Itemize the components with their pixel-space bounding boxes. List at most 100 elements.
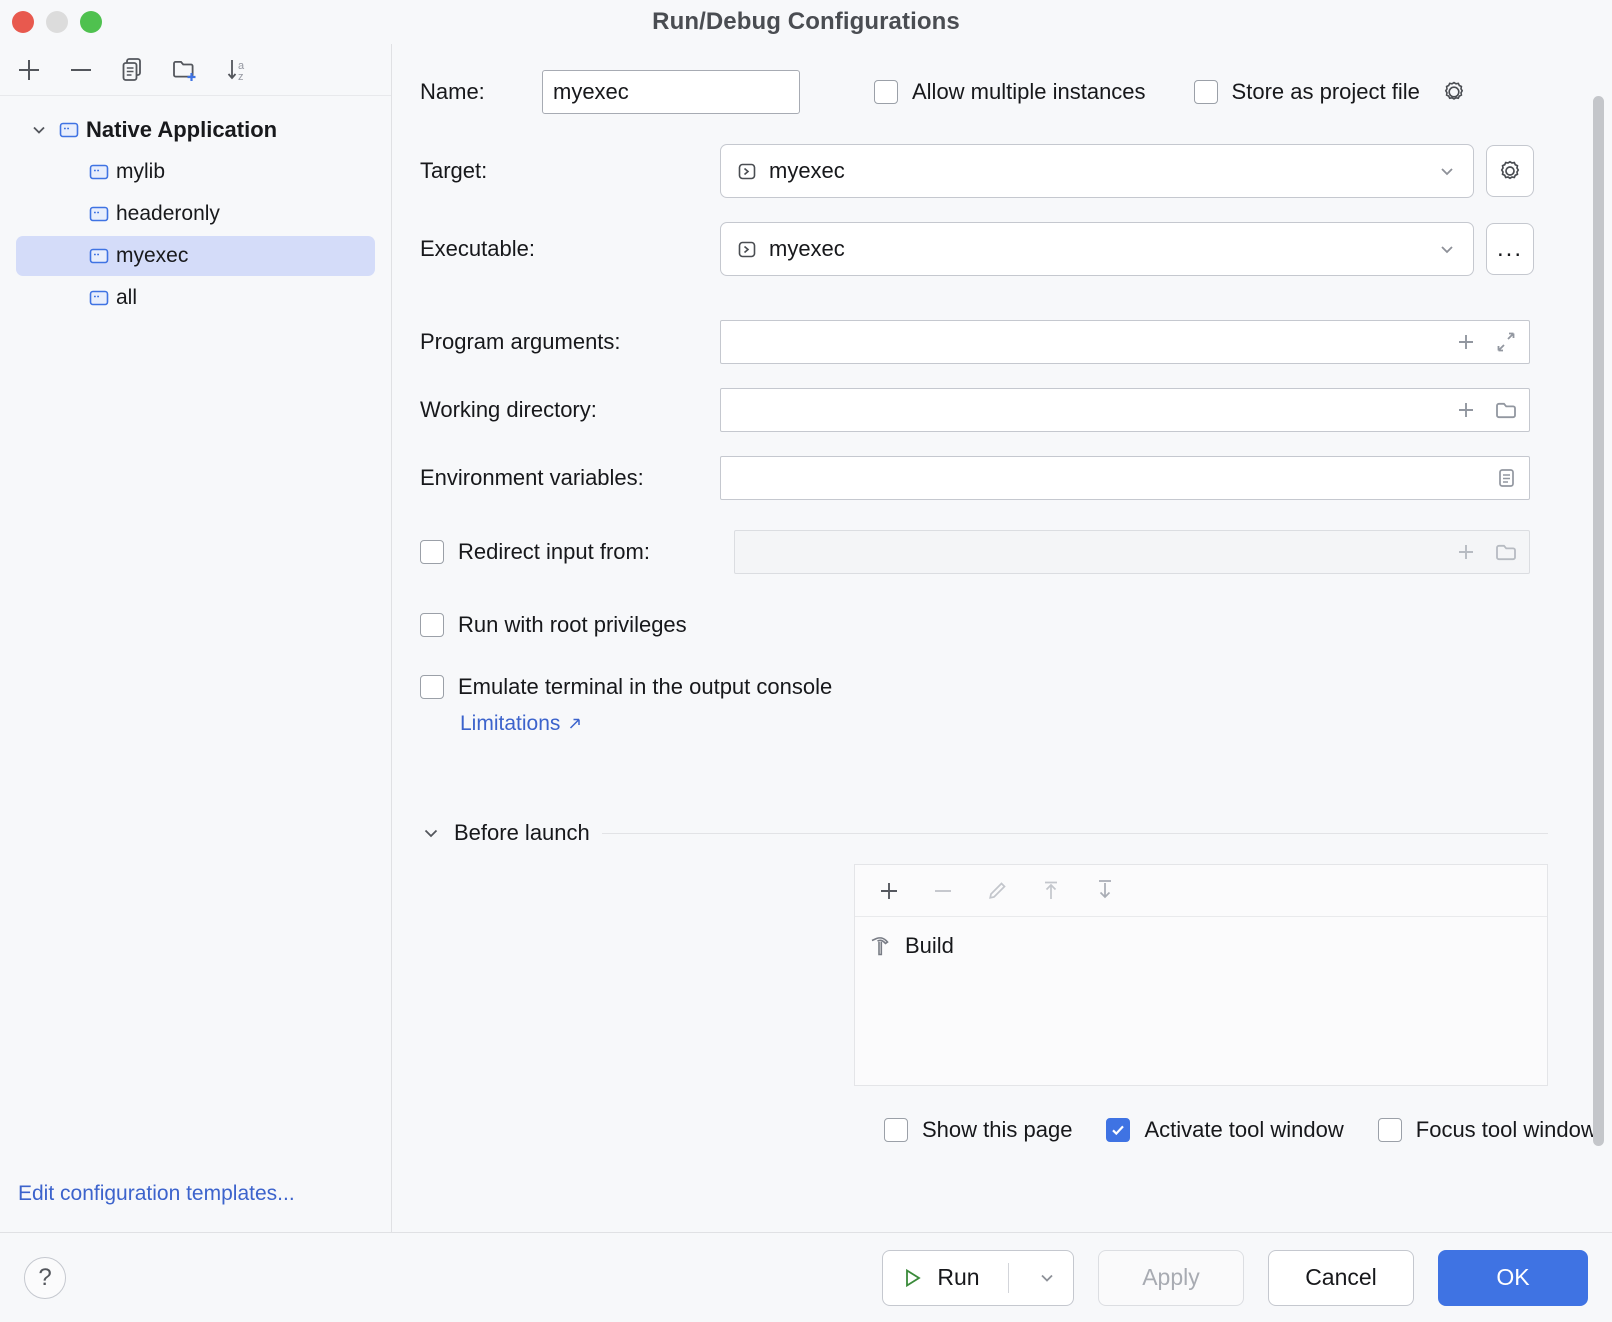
insert-macro-icon[interactable]	[1449, 535, 1483, 569]
executable-target-icon	[735, 237, 759, 261]
browse-folder-icon[interactable]	[1489, 393, 1523, 427]
run-with-root-privileges-checkbox[interactable]: Run with root privileges	[420, 612, 1612, 638]
limitations-link-row: Limitations	[460, 712, 1612, 736]
tree-item-mylib[interactable]: mylib	[16, 152, 375, 192]
run-button-dropdown[interactable]	[1021, 1267, 1073, 1289]
before-launch-tasks: Build	[855, 917, 1547, 1085]
executable-value: myexec	[769, 236, 845, 262]
checkbox-box[interactable]	[874, 80, 898, 104]
redirect-input-row: Redirect input from:	[392, 530, 1612, 574]
config-icon	[84, 160, 114, 184]
edit-task-button	[975, 871, 1019, 911]
maximize-window-button[interactable]	[80, 11, 102, 33]
close-window-button[interactable]	[12, 11, 34, 33]
traffic-lights	[12, 11, 102, 33]
dialog-body: a z Native Application	[0, 44, 1612, 1232]
activate-tool-window-checkbox[interactable]: Activate tool window	[1106, 1117, 1343, 1143]
edit-variables-list-icon[interactable]	[1489, 461, 1523, 495]
run-button-main[interactable]: Run	[883, 1264, 996, 1291]
checkbox-box[interactable]	[884, 1118, 908, 1142]
executable-combobox[interactable]: myexec	[720, 222, 1474, 276]
tool-window-options-row: Show this page Activate tool window Focu…	[392, 1102, 1612, 1158]
edit-configuration-templates-link[interactable]: Edit configuration templates...	[0, 1182, 391, 1232]
tree-item-native-application[interactable]: Native Application	[16, 110, 375, 150]
program-arguments-input[interactable]	[720, 320, 1530, 364]
run-with-root-privileges-label: Run with root privileges	[458, 612, 687, 638]
insert-macro-icon[interactable]	[1449, 325, 1483, 359]
before-launch-task-build[interactable]: Build	[867, 933, 1547, 959]
browse-folder-icon[interactable]	[1489, 535, 1523, 569]
copy-configuration-button[interactable]	[110, 50, 156, 90]
redirect-input-checkbox[interactable]: Redirect input from:	[420, 539, 720, 565]
config-icon	[84, 244, 114, 268]
tree-item-label: myexec	[116, 244, 188, 268]
play-icon	[899, 1265, 925, 1291]
ok-button[interactable]: OK	[1438, 1250, 1588, 1306]
cancel-button[interactable]: Cancel	[1268, 1250, 1414, 1306]
chevron-down-icon[interactable]	[24, 120, 54, 140]
checkbox-box[interactable]	[420, 540, 444, 564]
focus-tool-window-checkbox[interactable]: Focus tool window	[1378, 1117, 1597, 1143]
activate-tool-window-label: Activate tool window	[1144, 1117, 1343, 1143]
allow-multiple-instances-checkbox[interactable]: Allow multiple instances	[874, 79, 1146, 105]
store-as-project-file-checkbox[interactable]: Store as project file	[1194, 78, 1468, 106]
checkbox-box[interactable]	[1194, 80, 1218, 104]
run-debug-configurations-dialog: Run/Debug Configurations	[0, 0, 1612, 1322]
run-button[interactable]: Run	[882, 1250, 1074, 1306]
environment-variables-input[interactable]	[720, 456, 1530, 500]
gear-icon	[1496, 157, 1524, 185]
name-input[interactable]: myexec	[542, 70, 800, 114]
chevron-down-icon[interactable]	[1435, 159, 1459, 183]
checkbox-box[interactable]	[1106, 1118, 1130, 1142]
minimize-window-button[interactable]	[46, 11, 68, 33]
chevron-down-icon[interactable]	[1435, 237, 1459, 261]
name-label: Name:	[420, 79, 542, 105]
emulate-terminal-label: Emulate terminal in the output console	[458, 674, 832, 700]
configurations-sidebar: a z Native Application	[0, 44, 392, 1232]
working-directory-input[interactable]	[720, 388, 1530, 432]
gear-icon[interactable]	[1440, 78, 1468, 106]
tree-item-label: headeronly	[116, 202, 220, 226]
emulate-terminal-checkbox[interactable]: Emulate terminal in the output console	[420, 674, 1612, 700]
form-scroll-area: Name: myexec Allow multiple instances St…	[392, 44, 1612, 1232]
executable-browse-button[interactable]: ...	[1486, 223, 1534, 275]
target-combobox[interactable]: myexec	[720, 144, 1474, 198]
new-folder-button[interactable]	[162, 50, 208, 90]
tree-item-all[interactable]: all	[16, 278, 375, 318]
external-link-icon[interactable]	[566, 715, 584, 733]
executable-label: Executable:	[420, 236, 720, 262]
before-launch-task-list: Build	[854, 864, 1548, 1086]
remove-configuration-button[interactable]	[58, 50, 104, 90]
store-as-project-file-label: Store as project file	[1232, 79, 1420, 105]
program-arguments-label: Program arguments:	[420, 329, 720, 355]
redirect-input-path-field[interactable]	[734, 530, 1530, 574]
remove-task-button	[921, 871, 965, 911]
insert-macro-icon[interactable]	[1449, 393, 1483, 427]
redirect-input-label: Redirect input from:	[458, 539, 650, 565]
tree-item-headeronly[interactable]: headeronly	[16, 194, 375, 234]
target-row: Target: myexec	[392, 144, 1612, 198]
focus-tool-window-label: Focus tool window	[1416, 1117, 1597, 1143]
expand-editor-icon[interactable]	[1489, 325, 1523, 359]
sort-az-button[interactable]: a z	[214, 50, 260, 90]
configurations-tree: Native Application mylib hea	[0, 96, 391, 1182]
tree-item-myexec[interactable]: myexec	[16, 236, 375, 276]
show-this-page-checkbox[interactable]: Show this page	[884, 1117, 1072, 1143]
before-launch-header[interactable]: Before launch	[420, 820, 1548, 846]
add-configuration-button[interactable]	[6, 50, 52, 90]
checkbox-box[interactable]	[420, 675, 444, 699]
limitations-link[interactable]: Limitations	[460, 712, 560, 736]
checkbox-box[interactable]	[1378, 1118, 1402, 1142]
apply-button[interactable]: Apply	[1098, 1250, 1244, 1306]
target-settings-button[interactable]	[1486, 145, 1534, 197]
program-arguments-row: Program arguments:	[392, 320, 1612, 364]
help-button[interactable]: ?	[24, 1257, 66, 1299]
chevron-down-icon[interactable]	[420, 822, 442, 844]
before-launch-title: Before launch	[454, 820, 590, 846]
checkbox-box[interactable]	[420, 613, 444, 637]
dialog-footer: ? Run Apply Cancel OK	[0, 1232, 1612, 1322]
vertical-scrollbar[interactable]	[1593, 96, 1604, 1146]
tree-item-label: Native Application	[86, 117, 277, 143]
ellipsis-label: ...	[1497, 244, 1523, 254]
add-task-button[interactable]	[867, 871, 911, 911]
